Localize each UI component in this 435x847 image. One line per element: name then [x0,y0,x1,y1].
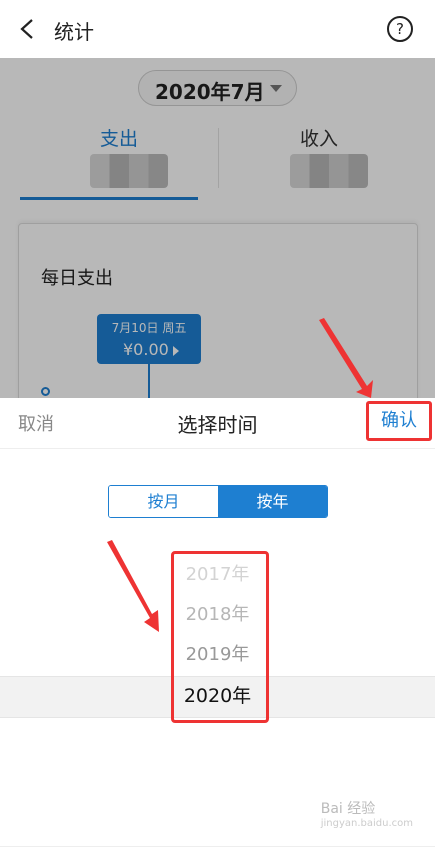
year-picker[interactable]: 2017年 2018年 2019年 2020年 [0,548,435,738]
mode-by-year[interactable]: 按年 [218,486,327,517]
mode-toggle: 按月 按年 [108,485,328,518]
top-bar: 统计 ? [0,0,435,58]
page-title: 统计 [54,20,94,44]
watermark-text: Bai 经验 [320,801,376,817]
help-icon[interactable]: ? [387,16,413,42]
annotation-arrow-confirm [319,318,373,398]
annotation-highlight-box [171,551,269,723]
sheet-header: 取消 选择时间 确认 [0,398,435,449]
confirm-button[interactable]: 确认 [366,401,432,441]
annotation-arrow-year [107,540,159,632]
watermark-sub: jingyan.baidu.com [320,818,413,829]
back-icon[interactable] [16,17,40,41]
time-picker-sheet: 取消 选择时间 确认 按月 按年 2017年 2018年 2019年 2020年 [0,398,435,847]
mode-by-month[interactable]: 按月 [109,486,218,517]
watermark: Bai 经验 jingyan.baidu.com [321,798,413,829]
